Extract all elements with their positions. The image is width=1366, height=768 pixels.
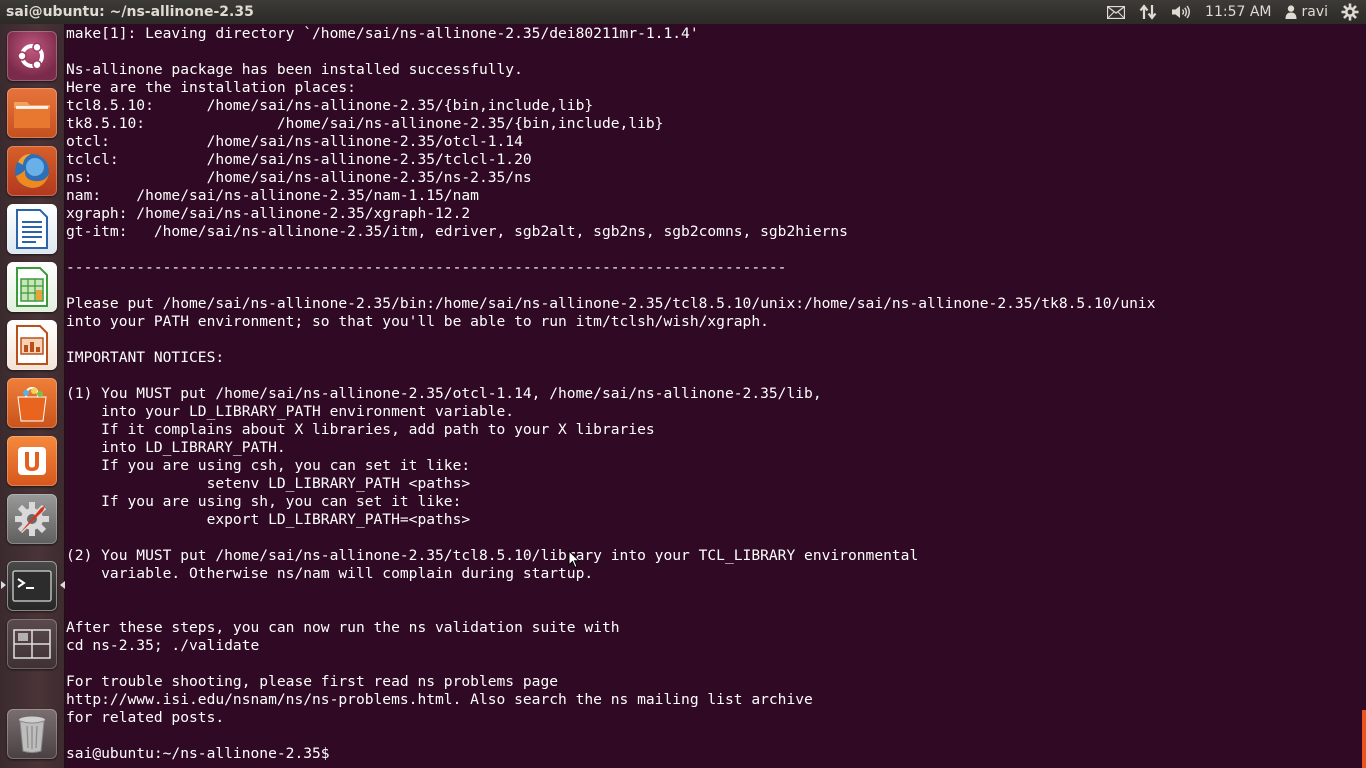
terminal-line: make[1]: Leaving directory `/home/sai/ns…: [66, 25, 699, 42]
terminal-icon: [12, 570, 52, 602]
system-settings-launcher[interactable]: [7, 494, 57, 544]
indicator-area: 11:57 AM ravi: [1100, 0, 1366, 24]
calc-launcher[interactable]: [7, 262, 57, 312]
launcher: [0, 24, 65, 768]
scrollbar-indicator[interactable]: [1362, 710, 1366, 768]
terminal-launcher[interactable]: [7, 561, 57, 611]
terminal-line: IMPORTANT NOTICES:: [66, 349, 225, 366]
firefox-icon: [11, 150, 53, 192]
shopping-bag-icon: [12, 383, 52, 423]
terminal-focus-indicator: [60, 581, 65, 589]
user-name: ravi: [1301, 4, 1328, 20]
terminal-line: (2) You MUST put /home/sai/ns-allinone-2…: [66, 547, 919, 564]
terminal-line: into LD_LIBRARY_PATH.: [66, 439, 286, 456]
terminal-line: into your PATH environment; so that you'…: [66, 313, 769, 330]
terminal-line: gt-itm: /home/sai/ns-allinone-2.35/itm, …: [66, 223, 848, 240]
terminal-line: If you are using csh, you can set it lik…: [66, 457, 471, 474]
terminal-line: export LD_LIBRARY_PATH=<paths>: [66, 511, 471, 528]
ubuntu-one-launcher[interactable]: [7, 436, 57, 486]
terminal-line: Here are the installation places:: [66, 79, 356, 96]
terminal-line: into your LD_LIBRARY_PATH environment va…: [66, 403, 515, 420]
gear-icon[interactable]: [1334, 0, 1366, 24]
terminal-line: Please put /home/sai/ns-allinone-2.35/bi…: [66, 295, 1156, 312]
terminal-line: Ns-allinone package has been installed s…: [66, 61, 523, 78]
mouse-cursor-icon: [568, 549, 581, 573]
writer-icon: [14, 208, 50, 250]
terminal-line: setenv LD_LIBRARY_PATH <paths>: [66, 475, 471, 492]
terminal-line: For trouble shooting, please first read …: [66, 673, 559, 690]
terminal-line: http://www.isi.edu/nsnam/ns/ns-problems.…: [66, 691, 813, 708]
impress-launcher[interactable]: [7, 320, 57, 370]
workspace-icon: [13, 629, 51, 659]
software-center-launcher[interactable]: [7, 378, 57, 428]
terminal-line: tk8.5.10: /home/sai/ns-allinone-2.35/{bi…: [66, 115, 664, 132]
terminal-line: nam: /home/sai/ns-allinone-2.35/nam-1.15…: [66, 187, 479, 204]
files-launcher[interactable]: [7, 88, 57, 138]
settings-icon: [11, 498, 53, 540]
shell-prompt: sai@ubuntu:~/ns-allinone-2.35$: [66, 745, 339, 762]
workspace-switcher-launcher[interactable]: [7, 619, 57, 669]
writer-launcher[interactable]: [7, 204, 57, 254]
terminal-line: cd ns-2.35; ./validate: [66, 637, 260, 654]
ubuntu-one-icon: [15, 444, 49, 478]
trash-icon: [17, 714, 47, 754]
terminal-line: ns: /home/sai/ns-allinone-2.35/ns-2.35/n…: [66, 169, 532, 186]
terminal-line: for related posts.: [66, 709, 225, 726]
terminal-line: If you are using sh, you can set it like…: [66, 493, 462, 510]
terminal-line: After these steps, you can now run the n…: [66, 619, 620, 636]
terminal-line: tclcl: /home/sai/ns-allinone-2.35/tclcl-…: [66, 151, 532, 168]
terminal-line: If it complains about X libraries, add p…: [66, 421, 655, 438]
calc-icon: [14, 266, 50, 308]
terminal-running-indicator: [1, 581, 6, 589]
impress-icon: [14, 324, 50, 366]
top-panel: sai@ubuntu: ~/ns-allinone-2.35 11:57 AM …: [0, 0, 1366, 24]
terminal-line: tcl8.5.10: /home/sai/ns-allinone-2.35/{b…: [66, 97, 594, 114]
terminal-line: xgraph: /home/sai/ns-allinone-2.35/xgrap…: [66, 205, 471, 222]
network-icon[interactable]: [1132, 0, 1164, 24]
terminal-line: ----------------------------------------…: [66, 259, 787, 276]
terminal-line: variable. Otherwise ns/nam will complain…: [66, 565, 594, 582]
firefox-launcher[interactable]: [7, 146, 57, 196]
clock[interactable]: 11:57 AM: [1198, 0, 1278, 24]
user-menu[interactable]: ravi: [1278, 0, 1334, 24]
terminal-line: (1) You MUST put /home/sai/ns-allinone-2…: [66, 385, 822, 402]
ubuntu-logo-icon: [16, 40, 48, 72]
terminal-output[interactable]: make[1]: Leaving directory `/home/sai/ns…: [66, 25, 1360, 768]
mail-icon[interactable]: [1100, 0, 1132, 24]
terminal-line: otcl: /home/sai/ns-allinone-2.35/otcl-1.…: [66, 133, 523, 150]
user-icon: [1285, 5, 1297, 19]
folder-icon: [12, 96, 52, 130]
volume-icon[interactable]: [1164, 0, 1198, 24]
trash-launcher[interactable]: [7, 709, 57, 759]
window-title: sai@ubuntu: ~/ns-allinone-2.35: [6, 4, 254, 20]
dash-home-button[interactable]: [7, 31, 57, 81]
